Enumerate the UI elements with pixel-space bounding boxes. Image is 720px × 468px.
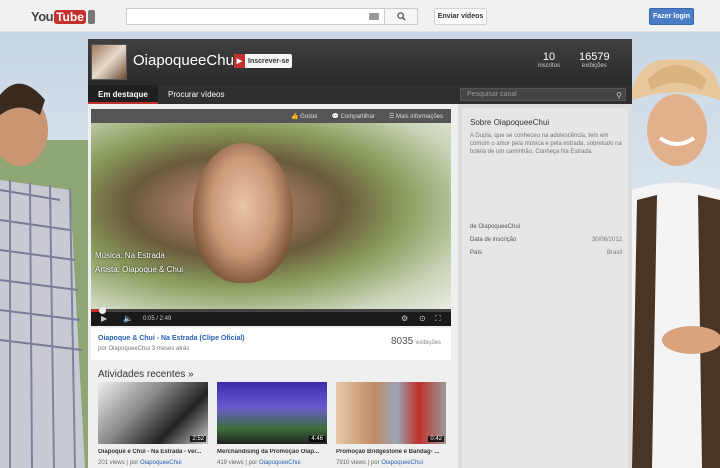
views-count: 16579 [579,51,610,63]
activity-title-2[interactable]: Merchandising da Promoção Olap... [217,449,329,455]
author-link[interactable]: OiapoqueeChui [140,460,182,466]
about-panel: Sobre OiapoqueeChui A Dupla, que se conh… [462,108,628,468]
channel-name[interactable]: OiapoqueeChui [133,52,237,69]
country-row: País Brasil [470,250,622,256]
share-action[interactable]: 💬 Compartilhar [331,113,375,120]
play-icon[interactable]: ▶ [101,314,107,323]
volume-icon[interactable]: 🔈 [123,314,133,323]
about-owner: de OiapoqueeChui [470,224,521,230]
login-button[interactable]: Fazer login [649,8,694,25]
featured-section: 👍 Gostei 💬 Compartilhar ☰ Mais informaçõ… [88,104,458,468]
about-description: A Dupla, que se conheceu na adolescência… [470,133,622,155]
featured-video-info: Oiapoque & Chui - Na Estrada (Clipe Ofic… [91,328,451,360]
popout-icon[interactable]: ⊙ [419,314,426,323]
overlay-artist: Artista: Oiapoque & Chui [95,265,184,274]
progress-bar[interactable] [91,307,451,314]
featured-video-title[interactable]: Oiapoque & Chui - Na Estrada (Clipe Ofic… [98,335,245,342]
fullscreen-icon[interactable]: ⛶ [435,314,441,324]
views-stat: 16579 exibições [579,51,610,69]
featured-video-views: 8035 exibições [390,336,441,347]
duration-badge: 0:42 [428,436,444,442]
like-action[interactable]: 👍 Gostei [291,113,317,120]
youtube-logo[interactable]: You Tube [31,9,95,24]
about-sidebar: Sobre OiapoqueeChui A Dupla, que se conh… [458,104,632,468]
video-frame[interactable]: Música: Na Estrada Artista: Oiapoque & C… [91,123,451,309]
activity-thumb-3[interactable]: 0:42 [336,382,446,444]
progress-handle[interactable] [98,307,106,314]
masthead: You Tube Enviar vídeos Fazer login [0,0,720,32]
join-date-row: Data de inscrição 30/06/2012 [470,237,622,243]
duration-badge: 4:46 [309,436,325,442]
video-frame-subject [193,143,293,283]
channel-panel: OiapoqueeChui ▶ Inscrever-se 10 inscrito… [88,39,632,468]
more-info-action[interactable]: ☰ Mais informações [389,113,443,120]
duration-badge: 2:52 [190,436,206,442]
channel-avatar[interactable] [91,44,127,80]
activity-title-3[interactable]: Promoção Bridgestone e Bandag- ... [336,449,448,455]
tab-browse-videos[interactable]: Procurar vídeos [158,85,234,104]
activity-meta-2: 419 views | por OiapoqueeChui [217,460,301,466]
logo-tube: Tube [54,9,86,24]
video-time: 0:05 / 2:49 [143,316,172,322]
author-link[interactable]: OiapoqueeChui [381,460,423,466]
subscribers-label: inscritos [538,63,561,69]
tab-featured[interactable]: Em destaque [88,85,158,104]
logo-text: You [31,9,54,24]
youtube-play-icon: ▶ [234,54,245,68]
upload-button[interactable]: Enviar vídeos [434,8,487,25]
player-controls: ▶ 🔈 0:05 / 2:49 ⚙ ⊙ ⛶ [91,307,451,326]
overlay-song: Música: Na Estrada [95,251,165,260]
keyboard-icon[interactable] [369,13,379,20]
search-icon[interactable]: ⚲ [616,90,622,101]
recent-activity-heading[interactable]: Atividades recentes » [98,369,194,380]
activity-thumb-2[interactable]: 4:46 [217,382,327,444]
search-input[interactable] [126,8,386,25]
activity-meta-3: 7910 views | por OiapoqueeChui [336,460,423,466]
country-icon [87,9,95,24]
channel-header: OiapoqueeChui ▶ Inscrever-se 10 inscrito… [88,39,632,85]
subscribe-label: Inscrever-se [248,57,290,65]
background-artist-right [632,59,720,468]
search-icon [396,12,406,21]
subscribers-stat: 10 inscritos [538,51,560,69]
search-button[interactable] [384,8,418,25]
player-action-bar: 👍 Gostei 💬 Compartilhar ☰ Mais informaçõ… [91,109,451,123]
author-link[interactable]: OiapoqueeChui [259,460,301,466]
channel-search-input[interactable]: Pesquisar canal ⚲ [460,88,626,101]
activity-title-1[interactable]: Oiapoque e Chuí - Na Estrada - ver... [98,449,210,455]
channel-search-placeholder: Pesquisar canal [467,91,517,98]
activity-meta-1: 201 views | por OiapoqueeChui [98,460,182,466]
subscribe-button[interactable]: ▶ Inscrever-se [234,54,293,68]
channel-nav: Em destaque Procurar vídeos Pesquisar ca… [88,85,632,104]
subscribers-count: 10 [542,51,556,63]
background-artist-left [0,83,88,468]
video-player[interactable]: 👍 Gostei 💬 Compartilhar ☰ Mais informaçõ… [91,109,451,326]
about-heading: Sobre OiapoqueeChui [470,118,550,127]
settings-icon[interactable]: ⚙ [401,314,408,323]
activity-thumb-1[interactable]: 2:52 [98,382,208,444]
featured-video-byline: por OiapoqueeChui 3 meses atrás [98,346,190,352]
views-label: exibições [581,63,607,69]
